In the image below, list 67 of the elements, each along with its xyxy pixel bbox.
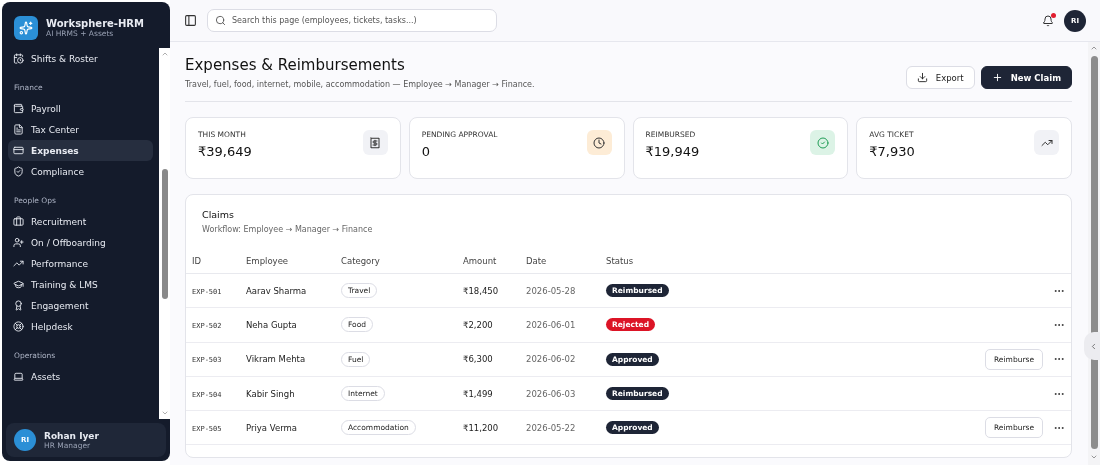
user-name: Rohan Iyer (44, 430, 99, 441)
employee-name: Priya Verma (246, 422, 297, 433)
column-header: ID (186, 256, 240, 274)
employee-name: Aarav Sharma (246, 285, 307, 296)
date: 2026-05-28 (526, 285, 576, 296)
nav-icon (13, 145, 24, 156)
nav-item[interactable]: Payroll (8, 98, 153, 119)
nav-item[interactable]: Expenses (8, 140, 153, 161)
sparkle-logo-icon (14, 16, 38, 40)
nav-item[interactable]: Assets (8, 366, 153, 387)
download-icon (916, 72, 928, 83)
nav-icon (13, 103, 24, 114)
sidebar-toggle-icon[interactable] (184, 14, 197, 27)
date: 2026-05-22 (526, 422, 576, 433)
nav-icon (13, 371, 24, 382)
nav-icon (13, 279, 24, 290)
export-button[interactable]: Export (905, 66, 975, 89)
stat-value: ₹19,949 (645, 144, 700, 159)
nav-icon (13, 321, 24, 332)
collapse-handle[interactable] (1084, 332, 1100, 360)
nav-icon (13, 166, 24, 177)
nav-icon (13, 237, 24, 248)
brand-name: Worksphere-HRM (46, 18, 145, 29)
page-subtitle: Travel, fuel, food, internet, mobile, accommodation — Employee → Manager → Finance. (185, 80, 535, 89)
page-title: Expenses & Reimbursements (185, 56, 406, 74)
nav-item[interactable]: Compliance (8, 161, 153, 182)
nav-icon (13, 53, 24, 64)
column-header: Amount (457, 256, 520, 274)
scroll-down-icon[interactable] (1090, 453, 1098, 461)
column-header: Status (600, 256, 811, 274)
nav-item[interactable]: Tax Center (8, 119, 153, 140)
nav-item[interactable]: Engagement (8, 295, 153, 316)
date: 2026-06-02 (526, 354, 576, 365)
amount: ₹11,200 (463, 422, 499, 433)
new-claim-button[interactable]: New Claim (980, 66, 1072, 89)
column-header: Date (520, 256, 600, 274)
card-title: Claims (201, 208, 235, 222)
employee-name: Vikram Mehta (246, 354, 306, 365)
nav-item[interactable]: Helpdesk (8, 316, 153, 337)
amount: ₹6,300 (463, 354, 493, 365)
nav-icon (13, 124, 24, 135)
column-header: Category (335, 256, 457, 274)
nav-icon (13, 216, 24, 227)
scroll-up-icon[interactable] (1090, 44, 1098, 52)
nav-item[interactable]: Performance (8, 253, 153, 274)
date: 2026-06-03 (526, 388, 576, 399)
nav-item[interactable]: On / Offboarding (8, 232, 153, 253)
nav-icon (13, 300, 24, 311)
search-icon (215, 15, 226, 26)
stat-value: ₹7,930 (869, 144, 915, 159)
notification-bell-icon[interactable] (1042, 14, 1054, 27)
employee-name: Kabir Singh (246, 388, 295, 399)
stat-value: 0 (421, 144, 432, 159)
amount: ₹1,499 (463, 388, 493, 399)
plus-icon (991, 72, 1003, 83)
employee-name: Neha Gupta (246, 319, 297, 330)
amount: ₹2,200 (463, 319, 493, 330)
nav-item[interactable]: Recruitment (8, 211, 153, 232)
nav-icon (13, 258, 24, 269)
nav-item[interactable]: Shifts & Roster (8, 48, 153, 69)
nav-item[interactable]: Training & LMS (8, 274, 153, 295)
date: 2026-06-01 (526, 319, 576, 330)
amount: ₹18,450 (463, 285, 499, 296)
card-subtitle: Workflow: Employee → Manager → Finance (201, 225, 374, 236)
search-field[interactable]: Search this page (employees, tickets, tasks...) (207, 9, 497, 32)
column-header: Employee (240, 256, 335, 274)
stat-value: ₹39,649 (198, 144, 252, 159)
